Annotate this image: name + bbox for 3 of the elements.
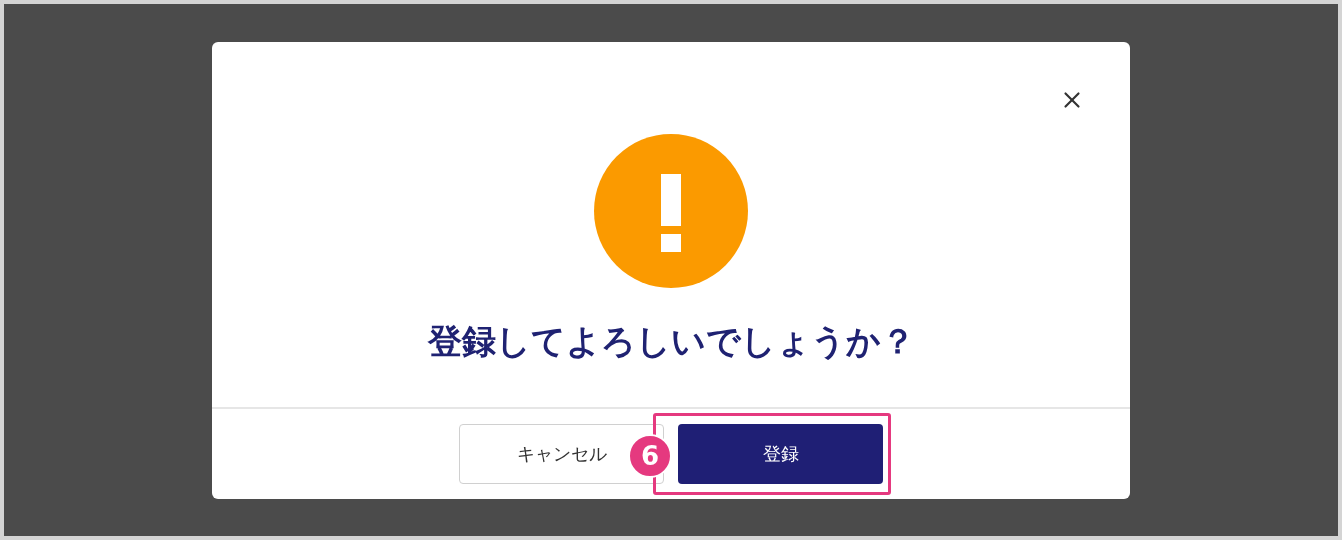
register-button[interactable]: 登録 bbox=[678, 423, 883, 484]
confirm-message: 登録してよろしいでしょうか？ bbox=[427, 319, 915, 363]
warning-icon bbox=[594, 133, 748, 288]
